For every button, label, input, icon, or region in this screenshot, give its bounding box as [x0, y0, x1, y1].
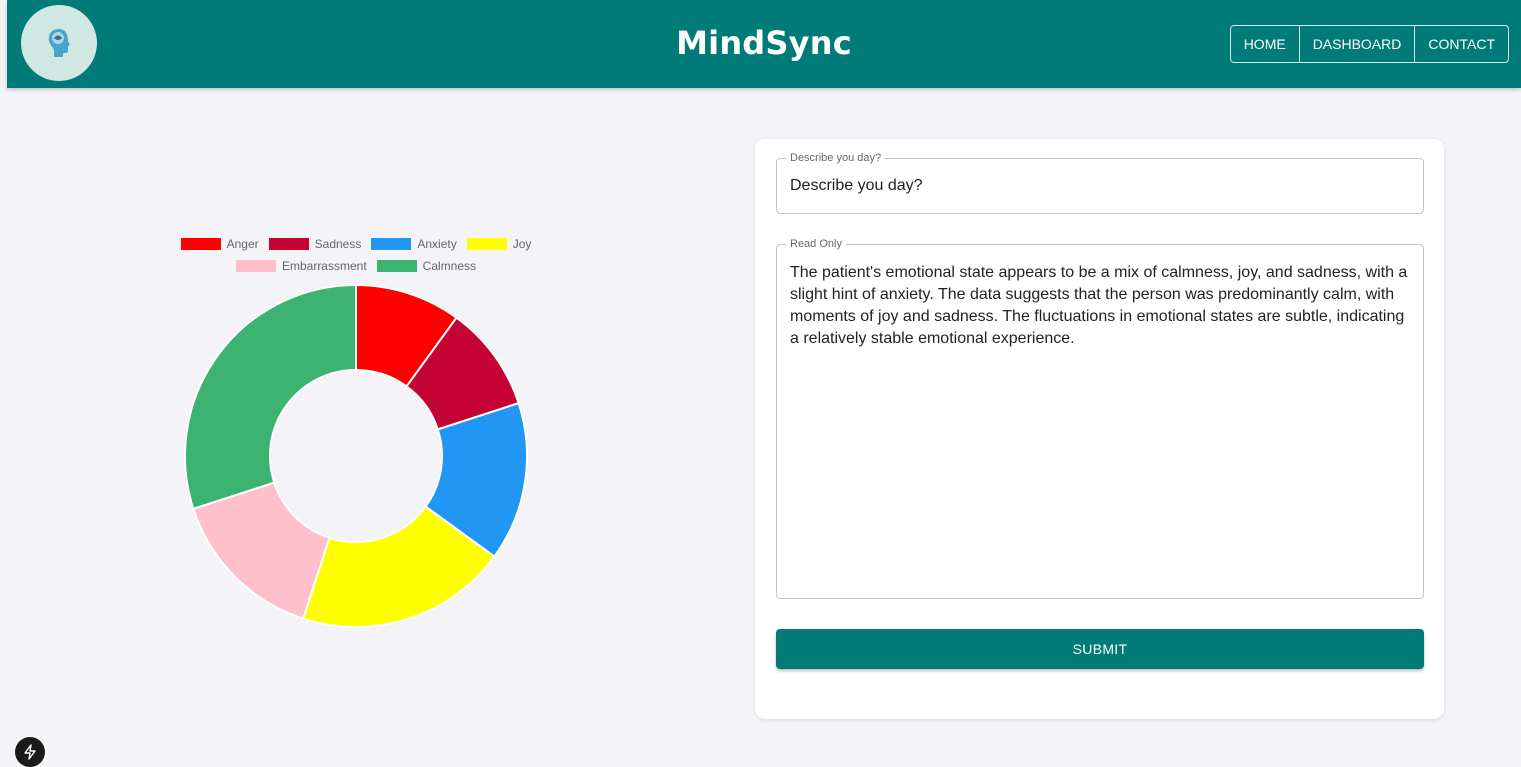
read-only-field[interactable]: Read Only The patient's emotional state … [776, 238, 1424, 599]
main-nav: HOME DASHBOARD CONTACT [1229, 25, 1509, 63]
legend-label: Sadness [314, 237, 362, 251]
emotion-doughnut-chart: Anger Sadness Anxiety Joy Embarrassment … [150, 225, 562, 635]
describe-day-field[interactable]: Describe you day? Describe you day? [776, 152, 1424, 214]
legend-label: Anxiety [417, 237, 457, 251]
doughnut-svg [184, 283, 528, 628]
describe-day-label: Describe you day? [786, 152, 886, 164]
app-bar: MindSync HOME DASHBOARD CONTACT [7, 0, 1521, 88]
legend-item-embarrassment[interactable]: Embarrassment [235, 259, 367, 273]
analysis-text: The patient's emotional state appears to… [790, 264, 1408, 347]
legend-item-joy[interactable]: Joy [466, 237, 532, 251]
legend-swatch [180, 238, 221, 250]
legend-swatch [235, 260, 276, 272]
legend-item-anxiety[interactable]: Anxiety [371, 237, 457, 251]
legend-swatch [268, 238, 309, 250]
legend-label: Anger [226, 237, 259, 251]
legend-item-anger[interactable]: Anger [180, 237, 259, 251]
journal-card: Describe you day? Describe you day? Read… [755, 139, 1444, 719]
read-only-label: Read Only [786, 238, 846, 250]
slice-calmness[interactable] [184, 283, 357, 511]
legend-swatch [371, 238, 412, 250]
legend-item-sadness[interactable]: Sadness [268, 237, 362, 251]
chart-legend-row-2: Embarrassment Calmness [150, 259, 562, 273]
describe-day-input[interactable]: Describe you day? [777, 159, 1423, 213]
legend-swatch [466, 238, 507, 250]
lightning-icon[interactable] [15, 737, 45, 767]
legend-item-calmness[interactable]: Calmness [376, 259, 477, 273]
legend-swatch [376, 260, 417, 272]
nav-home-button[interactable]: HOME [1231, 26, 1300, 62]
nav-dashboard-button[interactable]: DASHBOARD [1300, 26, 1416, 62]
legend-label: Calmness [422, 259, 477, 273]
submit-button[interactable]: SUBMIT [776, 629, 1424, 669]
nav-contact-button[interactable]: CONTACT [1415, 26, 1508, 62]
legend-label: Embarrassment [281, 259, 367, 273]
legend-label: Joy [512, 237, 532, 251]
chart-legend-row-1: Anger Sadness Anxiety Joy [150, 237, 562, 251]
